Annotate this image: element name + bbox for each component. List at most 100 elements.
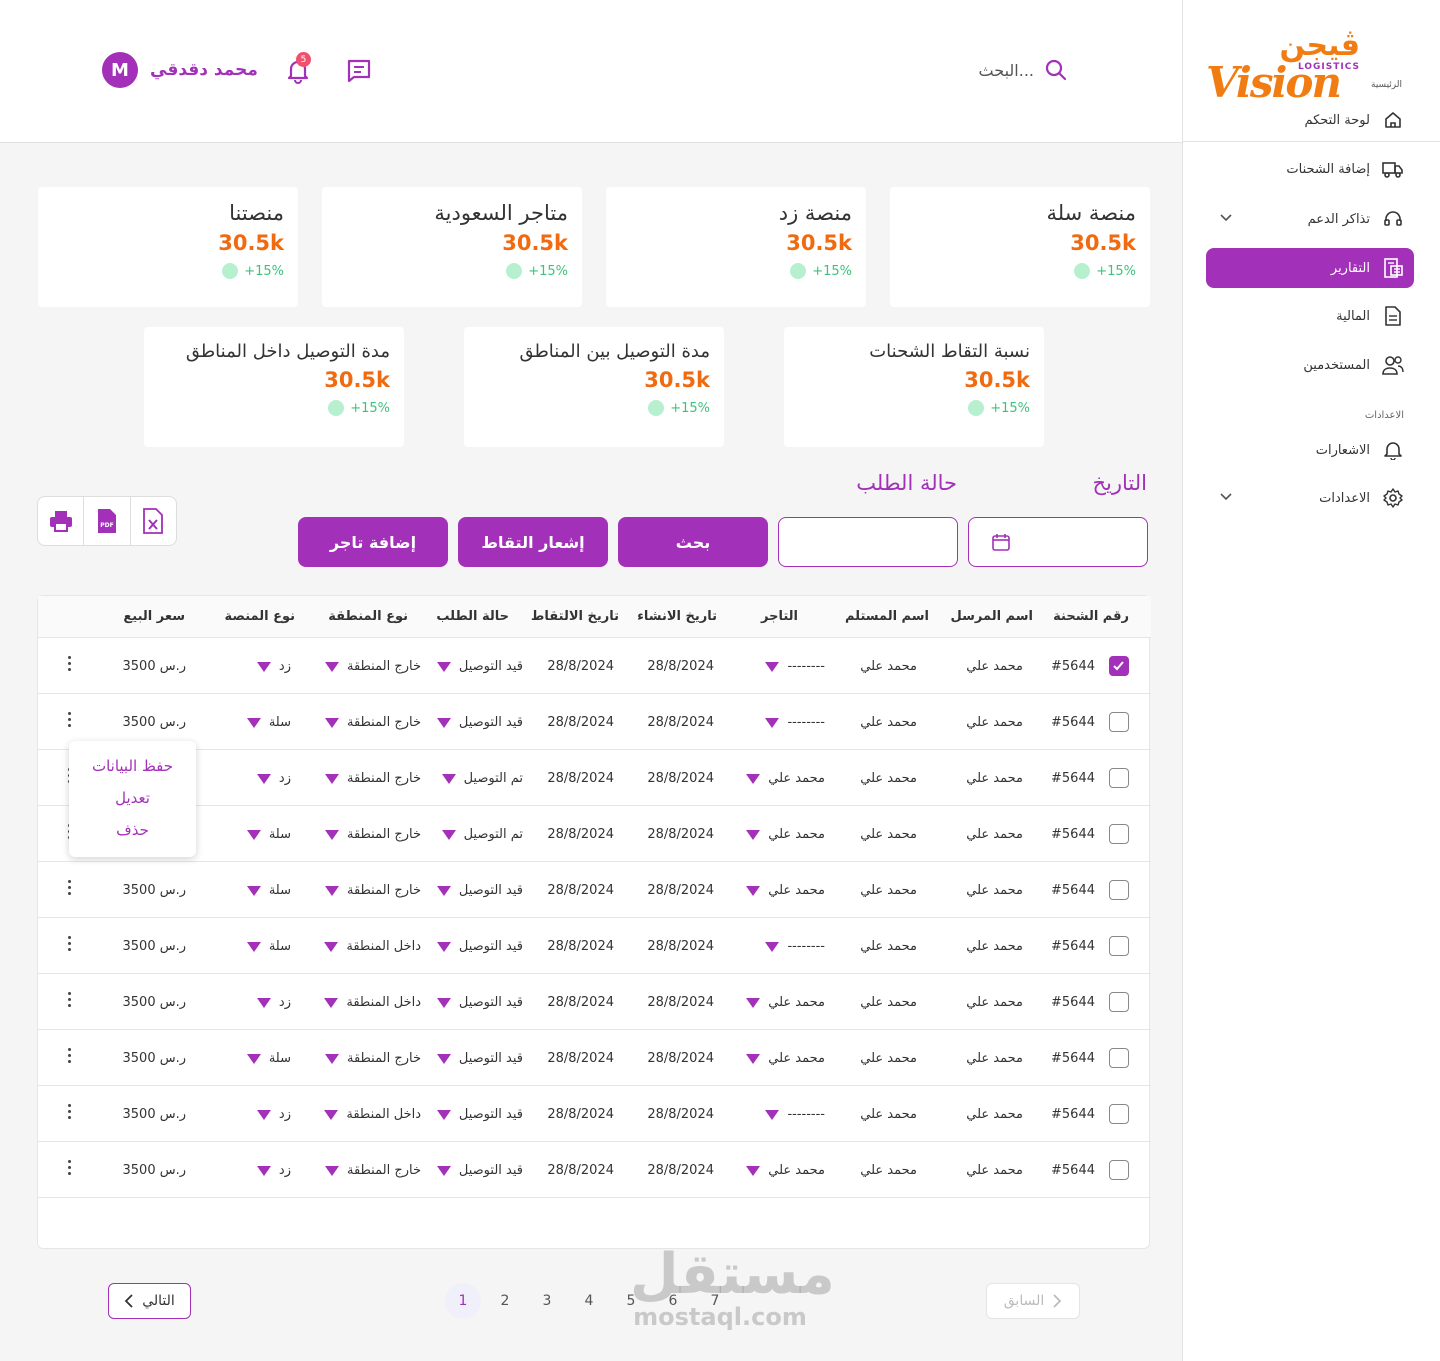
status-select[interactable]: قيد التوصيل xyxy=(436,715,523,732)
status-filter-select[interactable] xyxy=(778,517,958,567)
shipment-id[interactable]: #5644 xyxy=(1051,827,1095,842)
zone-select[interactable]: داخل المنطقة xyxy=(324,939,421,956)
row-checkbox[interactable] xyxy=(1109,824,1129,844)
table-row[interactable]: #5644 محمد علي محمد علي محمد علي 28/8/2024 28… xyxy=(38,750,1151,806)
user-menu[interactable]: M محمد دقدقي xyxy=(102,52,258,88)
shipment-id[interactable]: #5644 xyxy=(1051,1107,1095,1122)
delete-menu-item[interactable]: حذف xyxy=(69,821,196,853)
shipment-id[interactable]: #5644 xyxy=(1051,659,1095,674)
row-checkbox[interactable] xyxy=(1109,656,1129,676)
column-header[interactable]: تاريخ الالتقاط xyxy=(531,609,619,624)
row-checkbox[interactable] xyxy=(1109,992,1129,1012)
row-checkbox[interactable] xyxy=(1109,1104,1129,1124)
zone-select[interactable]: خارج المنطقة xyxy=(324,827,421,844)
zone-select[interactable]: خارج المنطقة xyxy=(324,883,421,900)
merchant-select[interactable]: محمد علي xyxy=(746,995,825,1012)
row-checkbox[interactable] xyxy=(1109,712,1129,732)
shipment-id[interactable]: #5644 xyxy=(1051,939,1095,954)
page-number[interactable]: 2 xyxy=(487,1283,523,1319)
page-number[interactable]: 5 xyxy=(613,1283,649,1319)
page-number[interactable]: 1 xyxy=(445,1283,481,1319)
page-number[interactable]: 3 xyxy=(529,1283,565,1319)
platform-select[interactable]: سلة xyxy=(246,1051,291,1068)
more-options-icon[interactable] xyxy=(68,1048,71,1063)
sidebar-item-settings[interactable]: الاعدادات xyxy=(1206,478,1414,518)
column-header[interactable]: رقم الشحنة xyxy=(1053,609,1129,624)
status-select[interactable]: قيد التوصيل xyxy=(436,883,523,900)
add-merchant-button[interactable]: إضافة تاجر xyxy=(298,517,448,567)
zone-select[interactable]: خارج المنطقة xyxy=(324,1051,421,1068)
previous-page-button[interactable]: السابق xyxy=(986,1283,1080,1319)
table-row[interactable]: #5644 محمد علي محمد علي محمد علي 28/8/2024 28… xyxy=(38,806,1151,862)
shipment-id[interactable]: #5644 xyxy=(1051,1163,1095,1178)
merchant-select[interactable]: -------- xyxy=(765,1107,825,1124)
platform-select[interactable]: زد xyxy=(256,1107,291,1124)
platform-select[interactable]: زد xyxy=(256,1163,291,1180)
row-checkbox[interactable] xyxy=(1109,1048,1129,1068)
brand-logo[interactable]: ڤيجن LOGISTICS Vision xyxy=(1206,28,1360,108)
zone-select[interactable]: داخل المنطقة xyxy=(324,995,421,1012)
zone-select[interactable]: خارج المنطقة xyxy=(324,1163,421,1180)
table-row[interactable]: #5644 محمد علي محمد علي محمد علي 28/8/2024 28… xyxy=(38,1142,1151,1198)
shipment-id[interactable]: #5644 xyxy=(1051,883,1095,898)
column-header[interactable]: تاريخ الانشاء xyxy=(637,609,717,624)
table-row[interactable]: #5644 محمد علي محمد علي محمد علي 28/8/2024 28… xyxy=(38,862,1151,918)
more-options-icon[interactable] xyxy=(68,992,71,1007)
platform-select[interactable]: سلة xyxy=(246,939,291,956)
column-header[interactable]: نوع المنصة xyxy=(225,609,296,624)
status-select[interactable]: قيد التوصيل xyxy=(436,1051,523,1068)
table-row[interactable]: #5644 محمد علي محمد علي محمد علي 28/8/2024 28… xyxy=(38,974,1151,1030)
merchant-select[interactable]: -------- xyxy=(765,715,825,732)
column-header[interactable]: اسم المستلم xyxy=(845,609,929,624)
zone-select[interactable]: خارج المنطقة xyxy=(324,771,421,788)
platform-select[interactable]: سلة xyxy=(246,827,291,844)
sidebar-item-add-shipments[interactable]: إضافة الشحنات xyxy=(1206,149,1414,189)
more-options-icon[interactable] xyxy=(68,1160,71,1175)
table-row[interactable]: #5644 محمد علي محمد علي -------- 28/8/2024 28… xyxy=(38,1086,1151,1142)
user-name[interactable]: محمد دقدقي xyxy=(150,60,258,80)
status-select[interactable]: قيد التوصيل xyxy=(436,939,523,956)
table-row[interactable]: #5644 محمد علي محمد علي محمد علي 28/8/2024 28… xyxy=(38,1030,1151,1086)
search-button[interactable]: بحث xyxy=(618,517,768,567)
zone-select[interactable]: خارج المنطقة xyxy=(324,715,421,732)
platform-select[interactable]: زد xyxy=(256,771,291,788)
more-options-icon[interactable] xyxy=(68,656,71,671)
zone-select[interactable]: داخل المنطقة xyxy=(324,1107,421,1124)
status-select[interactable]: قيد التوصيل xyxy=(436,1163,523,1180)
more-options-icon[interactable] xyxy=(68,1104,71,1119)
merchant-select[interactable]: محمد علي xyxy=(746,771,825,788)
search-box[interactable]: البحث... xyxy=(979,58,1068,82)
column-header[interactable]: سعر البيع xyxy=(123,609,185,624)
merchant-select[interactable]: محمد علي xyxy=(746,827,825,844)
merchant-select[interactable]: محمد علي xyxy=(746,883,825,900)
row-checkbox[interactable] xyxy=(1109,880,1129,900)
shipment-id[interactable]: #5644 xyxy=(1051,995,1095,1010)
column-header[interactable]: التاجر xyxy=(761,609,798,624)
search-placeholder[interactable]: البحث... xyxy=(979,61,1034,80)
platform-select[interactable]: سلة xyxy=(246,883,291,900)
more-options-icon[interactable] xyxy=(68,712,71,727)
sidebar-item-finance[interactable]: المالية xyxy=(1206,296,1414,336)
status-select[interactable]: قيد التوصيل xyxy=(436,1107,523,1124)
column-header[interactable]: نوع المنطقة xyxy=(328,609,408,624)
export-excel-button[interactable] xyxy=(131,497,176,545)
page-number[interactable]: 6 xyxy=(655,1283,691,1319)
notifications-button[interactable]: 5 xyxy=(285,52,311,88)
platform-select[interactable]: زد xyxy=(256,995,291,1012)
merchant-select[interactable]: -------- xyxy=(765,659,825,676)
messages-icon[interactable] xyxy=(346,58,372,88)
chevron-down-icon[interactable] xyxy=(1220,211,1232,226)
edit-menu-item[interactable]: تعديل xyxy=(69,789,196,821)
merchant-select[interactable]: -------- xyxy=(765,939,825,956)
shipment-id[interactable]: #5644 xyxy=(1051,1051,1095,1066)
platform-select[interactable]: زد xyxy=(256,659,291,676)
date-filter-input[interactable] xyxy=(968,517,1148,567)
status-select[interactable]: تم التوصيل xyxy=(441,827,523,844)
table-row[interactable]: #5644 محمد علي محمد علي -------- 28/8/2024 28… xyxy=(38,694,1151,750)
more-options-icon[interactable] xyxy=(68,936,71,951)
row-checkbox[interactable] xyxy=(1109,936,1129,956)
zone-select[interactable]: خارج المنطقة xyxy=(324,659,421,676)
row-checkbox[interactable] xyxy=(1109,768,1129,788)
breadcrumb[interactable]: الرئيسية xyxy=(1371,80,1402,90)
export-pdf-button[interactable]: PDF xyxy=(84,497,131,545)
